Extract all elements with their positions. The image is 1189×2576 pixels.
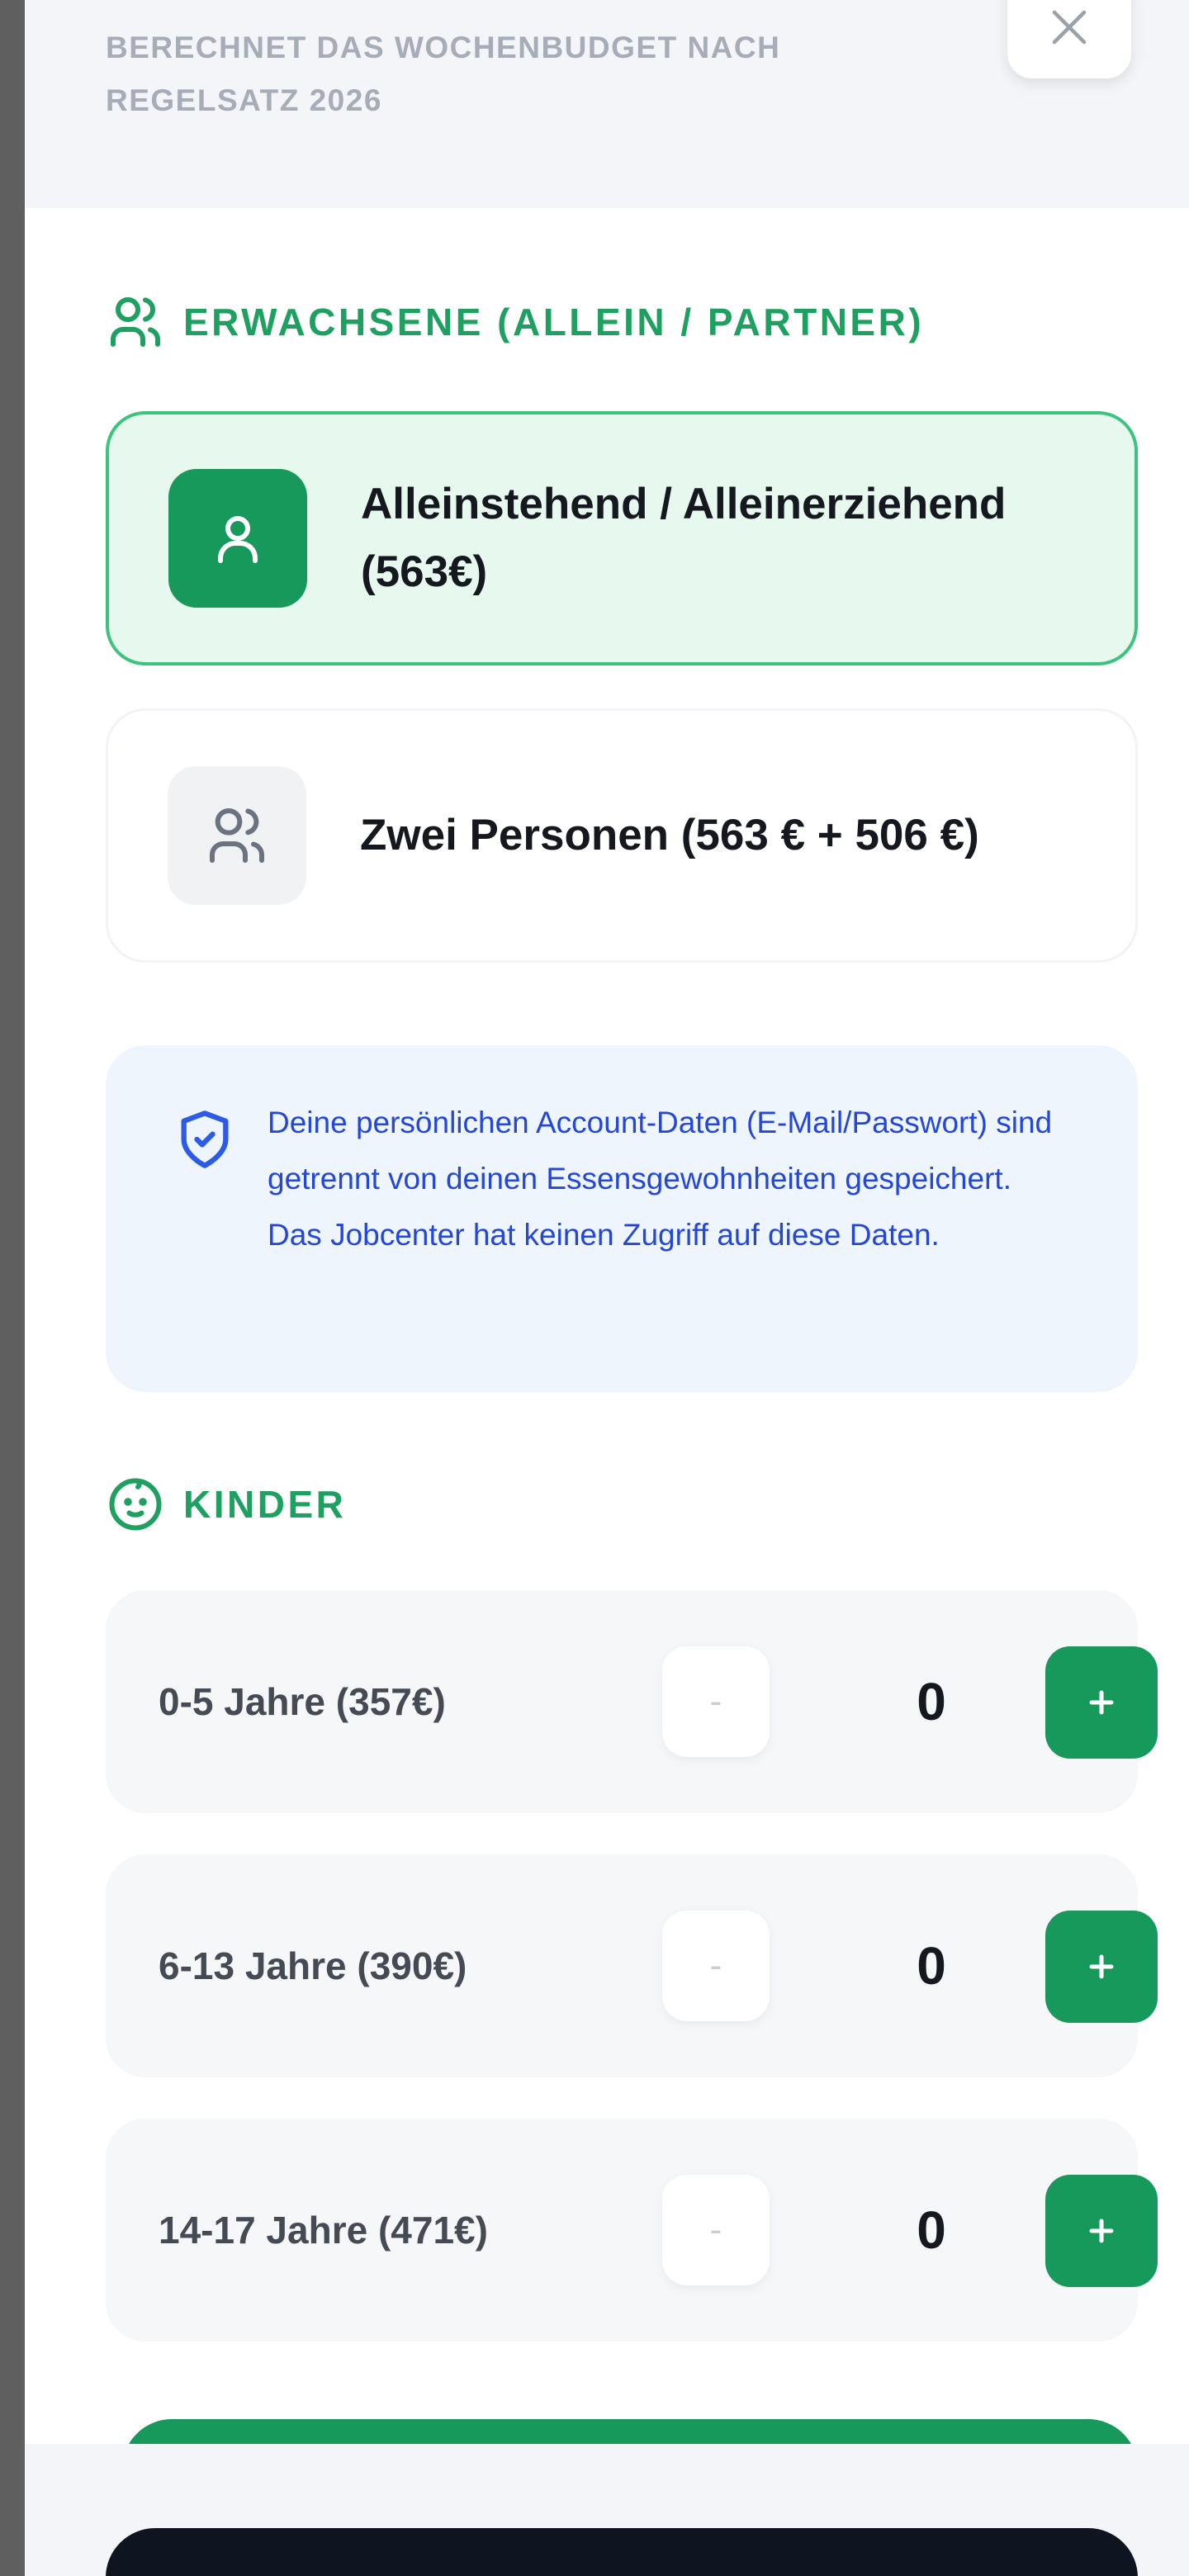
close-button[interactable] bbox=[1007, 0, 1131, 78]
increment-button[interactable] bbox=[1045, 1646, 1158, 1759]
adults-heading-label: ERWACHSENE (ALLEIN / PARTNER) bbox=[183, 301, 925, 343]
children-row-label: 0-5 Jahre (357€) bbox=[159, 1680, 446, 1723]
children-row-label: 6-13 Jahre (390€) bbox=[159, 1944, 467, 1987]
plus-icon bbox=[1089, 1954, 1114, 1979]
plus-icon bbox=[1089, 1690, 1114, 1715]
decrement-button[interactable]: - bbox=[662, 1911, 770, 2021]
children-count: 0 bbox=[917, 1672, 946, 1731]
children-count: 0 bbox=[917, 1936, 946, 1996]
privacy-notice: Deine persönlichen Account-Daten (E-Mail… bbox=[106, 1045, 1138, 1392]
baby-icon bbox=[106, 1475, 165, 1534]
decrement-button[interactable]: - bbox=[662, 1646, 770, 1757]
option-two-persons[interactable]: Zwei Personen (563 € + 506 €) bbox=[106, 708, 1138, 963]
children-row-6-13: 6-13 Jahre (390€) - 0 bbox=[106, 1854, 1158, 2077]
increment-button[interactable] bbox=[1045, 1911, 1158, 2023]
option-single[interactable]: Alleinstehend / Alleinerziehend (563€) bbox=[106, 411, 1138, 665]
confirm-button[interactable] bbox=[106, 2528, 1138, 2576]
option-two-persons-label: Zwei Personen (563 € + 506 €) bbox=[360, 811, 979, 859]
user-icon bbox=[168, 469, 307, 608]
sheet-subtitle: BERECHNET DAS WOCHENBUDGET NACH REGELSAT… bbox=[106, 31, 781, 117]
option-single-label: Alleinstehend / Alleinerziehend (563€) bbox=[361, 480, 1007, 596]
children-heading-label: KINDER bbox=[183, 1483, 347, 1526]
increment-button[interactable] bbox=[1045, 2175, 1158, 2287]
users-icon bbox=[168, 766, 306, 905]
children-heading: KINDER bbox=[106, 1475, 346, 1534]
children-row-0-5: 0-5 Jahre (357€) - 0 bbox=[106, 1590, 1158, 1813]
plus-icon bbox=[1089, 2218, 1114, 2243]
children-count: 0 bbox=[917, 2200, 946, 2260]
children-row-14-17: 14-17 Jahre (471€) - 0 bbox=[106, 2119, 1158, 2342]
shield-check-icon bbox=[181, 1110, 229, 1168]
window-edge bbox=[0, 0, 25, 2576]
close-icon bbox=[1052, 10, 1087, 44]
privacy-text: Deine persönlichen Account-Daten (E-Mail… bbox=[268, 1106, 1053, 1252]
children-row-label: 14-17 Jahre (471€) bbox=[159, 2209, 488, 2252]
household-sheet: BERECHNET DAS WOCHENBUDGET NACH REGELSAT… bbox=[25, 0, 1189, 2576]
adults-heading: ERWACHSENE (ALLEIN / PARTNER) bbox=[106, 292, 924, 352]
decrement-button[interactable]: - bbox=[662, 2175, 770, 2285]
users-icon bbox=[106, 292, 165, 352]
sheet-header: BERECHNET DAS WOCHENBUDGET NACH REGELSAT… bbox=[25, 0, 1189, 208]
